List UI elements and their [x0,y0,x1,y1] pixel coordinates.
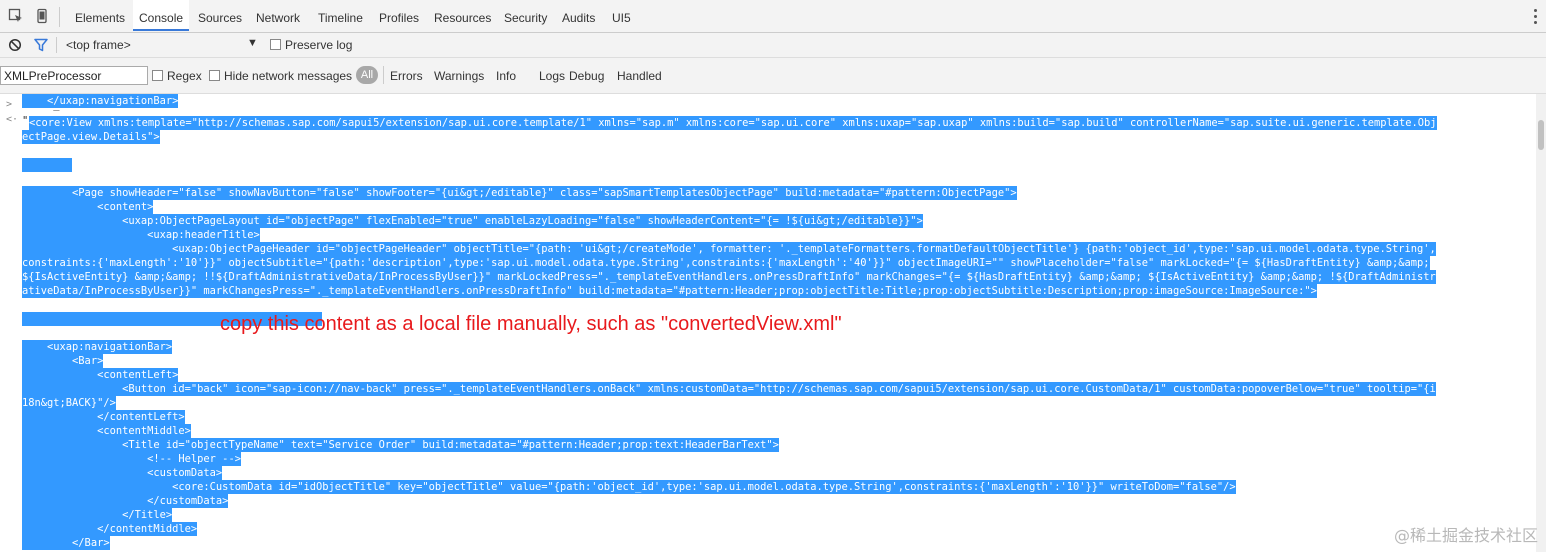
tab-ui5[interactable]: UI5 [612,0,631,32]
watermark: @稀土掘金技术社区 [1393,526,1538,545]
output-line: ectPage.view.Details"> [22,130,160,144]
level-warnings-button[interactable]: Warnings [434,69,484,83]
level-all-button[interactable]: All [356,66,378,84]
output-line: <core:View xmlns:template="http://schema… [29,116,1437,130]
frame-dropdown-arrow-icon[interactable]: ▼ [247,37,258,49]
result-prompt-icon: <· [6,114,19,125]
preserve-log-label: Preserve log [285,38,353,52]
toolbar-divider [56,37,57,53]
output-line: <contentMiddle> [22,424,191,438]
output-line: </uxap:navigationBar> [22,94,179,108]
output-line: <core:CustomData id="idObjectTitle" key=… [22,480,1236,494]
filter-input[interactable] [0,66,148,85]
output-line: <uxap:ObjectPageHeader id="objectPageHea… [22,242,1436,256]
console-toolbar: <top frame> ▼ Preserve log [0,33,1546,58]
output-line: <Page showHeader="false" showNavButton="… [22,186,1017,200]
level-info-button[interactable]: Info [496,69,516,83]
scrollbar-thumb[interactable] [1538,120,1544,150]
annotation-text: copy this content as a local file manual… [220,313,842,335]
tab-network[interactable]: Network [256,0,300,32]
level-errors-button[interactable]: Errors [390,69,423,83]
output-line: <uxap:navigationBar> [22,340,173,354]
output-line: constraints:{'maxLength':'10'}}" objectS… [22,256,1430,270]
level-handled-button[interactable]: Handled [617,69,662,83]
preserve-log-checkbox[interactable] [270,39,281,50]
regex-label: Regex [167,69,202,83]
output-line: <contentLeft> [22,368,179,382]
devtools-tabbar: Elements Console Sources Network Timeline Pro… [0,0,1546,33]
frame-select[interactable]: <top frame> [66,38,131,52]
output-line: <uxap:ObjectPageLayout id="objectPage" f… [22,214,923,228]
output-line: </customData> [22,494,229,508]
output-line: <Bar> [22,354,104,368]
output-line: </Bar> [22,536,110,550]
tab-elements[interactable]: Elements [75,0,125,32]
console-scrollbar[interactable] [1536,94,1546,552]
output-line: <uxap:headerTitle> [22,228,260,242]
clear-console-icon[interactable] [8,38,22,52]
tab-audits[interactable]: Audits [562,0,595,32]
level-debug-button[interactable]: Debug [569,69,604,83]
string-open-quote: " [22,115,29,127]
output-line: <!-- Helper --> [22,452,241,466]
tab-console[interactable]: Console [133,0,190,31]
output-line: <content> [22,200,154,214]
hide-network-label: Hide network messages [224,69,353,83]
output-line: </Title> [22,508,173,522]
device-mode-icon[interactable] [34,8,50,24]
more-options-icon[interactable] [1534,9,1538,25]
filter-icon[interactable] [34,38,48,52]
output-line: ativeData/InProcessByUser}}" markChanges… [22,284,1317,298]
hide-network-checkbox[interactable] [209,70,220,81]
toolbar-divider [59,7,60,27]
output-line: </contentMiddle> [22,522,198,536]
tab-profiles[interactable]: Profiles [379,0,419,32]
output-line: <customData> [22,466,223,480]
level-logs-button[interactable]: Logs [539,69,565,83]
input-prompt-icon: > [6,99,13,110]
tab-resources[interactable]: Resources [434,0,491,32]
output-line: </contentLeft> [22,410,185,424]
output-line [22,158,73,172]
regex-checkbox[interactable] [152,70,163,81]
inspect-element-icon[interactable] [8,8,24,24]
filter-divider [383,66,384,84]
output-line: <Title id="objectTypeName" text="Service… [22,438,779,452]
tab-timeline[interactable]: Timeline [318,0,363,32]
tab-sources[interactable]: Sources [198,0,242,32]
output-line: 18n&gt;BACK}"/> [22,396,116,410]
output-line: <Button id="back" icon="sap-icon://nav-b… [22,382,1436,396]
tab-security[interactable]: Security [504,0,547,32]
output-line: ${IsActiveEntity} &amp;&amp; !!${DraftAd… [22,270,1436,284]
